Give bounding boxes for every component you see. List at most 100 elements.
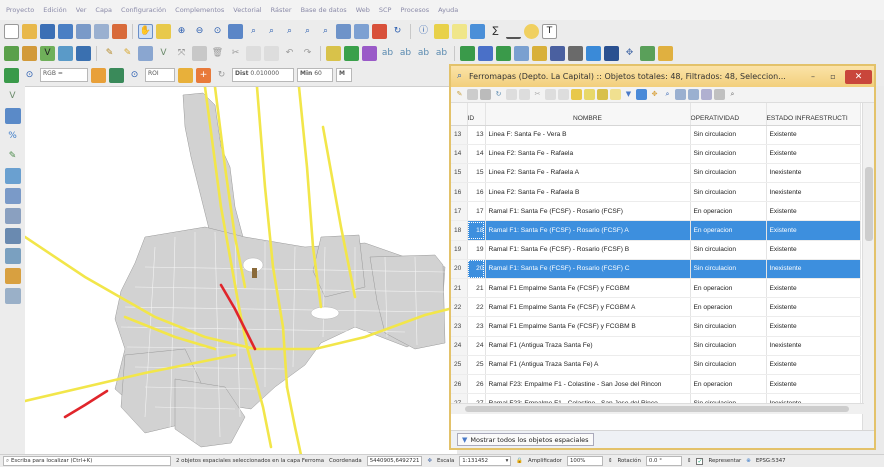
column-header-nombre[interactable]: NOMBRE — [485, 103, 691, 126]
vertical-scrollbar[interactable] — [862, 103, 874, 443]
nombre-cell[interactable]: Ramal F1 Empalme Santa Fe (FCSF) y FCGBM… — [485, 297, 691, 318]
column-header-estado[interactable]: ESTADO INFRAESTRUCTI — [766, 103, 861, 126]
scp-preprocess-icon[interactable] — [514, 45, 529, 61]
row-number-cell[interactable]: 19 — [451, 240, 468, 260]
table-row[interactable]: 13 13 Linea F: Santa Fe - Vera B Sin circul… — [451, 125, 861, 145]
row-number-cell[interactable]: 25 — [451, 355, 468, 375]
menu-proyecto[interactable]: Proyecto — [6, 6, 34, 14]
horizontal-scrollbar[interactable] — [451, 403, 864, 414]
id-cell[interactable]: 15 — [467, 163, 486, 184]
row-number-cell[interactable]: 21 — [451, 278, 468, 299]
table-row[interactable]: 21 21 Ramal F1 Empalme Santa Fe (FCSF) y F… — [451, 278, 861, 299]
id-cell[interactable]: 26 — [467, 374, 486, 395]
menu-vectorial[interactable]: Vectorial — [233, 6, 261, 14]
operatividad-cell[interactable]: En operacion — [690, 278, 767, 299]
menu-ayuda[interactable]: Ayuda — [438, 6, 458, 14]
add-mesh-icon[interactable] — [4, 288, 21, 304]
scp-postprocess-icon[interactable] — [550, 45, 565, 61]
extents-toggle-icon[interactable]: ✥ — [427, 458, 432, 464]
delete-feature-icon[interactable] — [519, 89, 530, 100]
conditional-formatting-icon[interactable] — [714, 89, 725, 100]
estado-cell[interactable]: Existente — [766, 144, 861, 164]
estado-cell[interactable]: Existente — [766, 125, 861, 145]
nombre-cell[interactable]: Ramal F1 Empalme Santa Fe (FCSF) y FCGBM — [485, 278, 691, 299]
menu-configuracion[interactable]: Configuración — [121, 6, 166, 14]
crs-icon[interactable]: ⊕ — [746, 458, 751, 464]
delete-field-icon[interactable] — [688, 89, 699, 100]
multi-edit-icon[interactable] — [467, 89, 478, 100]
table-row[interactable]: 24 24 Ramal F1 (Antigua Traza Santa Fe) Sin… — [451, 336, 861, 356]
id-cell[interactable]: 19 — [467, 240, 486, 260]
nombre-cell[interactable]: Ramal F1: Santa Fe (FCSF) - Rosario (FCS… — [485, 220, 691, 241]
id-cell[interactable]: 22 — [467, 297, 486, 318]
table-row[interactable]: 26 26 Ramal F23: Empalme F1 - Colastine - … — [451, 374, 861, 395]
table-row[interactable]: 20 20 Ramal F1: Santa Fe (FCSF) - Rosario … — [451, 259, 861, 280]
operatividad-cell[interactable]: Sin circulacion — [690, 163, 767, 184]
add-raster-layer-icon[interactable] — [22, 45, 37, 61]
scp-zoom-icon[interactable]: ⊙ — [22, 68, 37, 83]
add-vector-icon[interactable]: V — [5, 88, 21, 104]
scp-stretch-icon[interactable] — [91, 67, 106, 83]
add-virtual-layer-icon[interactable] — [4, 168, 21, 184]
roi-add-icon[interactable]: + — [196, 67, 211, 83]
nombre-cell[interactable]: Ramal F1 (Antigua Traza Santa Fe) — [485, 336, 691, 356]
map-tips-icon[interactable] — [524, 23, 539, 39]
row-number-cell[interactable]: 15 — [451, 163, 468, 184]
invert-selection-icon[interactable] — [597, 89, 608, 100]
refresh-icon[interactable]: ↻ — [390, 24, 405, 39]
table-row[interactable]: 14 14 Linea F2: Santa Fe - Rafaela Sin circ… — [451, 144, 861, 164]
row-number-cell[interactable]: 18 — [451, 220, 468, 241]
scp-dock-icon[interactable] — [586, 45, 601, 61]
show-hide-labels-icon[interactable]: ab — [380, 46, 395, 61]
row-number-cell[interactable]: 24 — [451, 336, 468, 356]
modify-attributes-icon[interactable] — [192, 45, 207, 61]
table-row[interactable]: 23 23 Ramal F1 Empalme Santa Fe (FCSF) y F… — [451, 316, 861, 337]
add-wcs-icon[interactable] — [4, 228, 21, 244]
id-cell[interactable]: 20 — [467, 259, 486, 280]
layer-labeling-icon[interactable] — [344, 45, 359, 61]
spin-arrows-icon[interactable]: ⇕ — [687, 458, 692, 464]
current-edits-icon[interactable]: ✎ — [102, 46, 117, 61]
map-canvas[interactable] — [25, 86, 457, 454]
max-field[interactable]: M — [336, 68, 352, 82]
add-raster-icon[interactable] — [4, 108, 21, 124]
select-expression-icon[interactable] — [571, 89, 582, 100]
estado-cell[interactable]: Existente — [766, 297, 861, 318]
operatividad-cell[interactable]: Sin circulacion — [690, 259, 767, 280]
vertical-scroll-thumb[interactable] — [865, 167, 873, 241]
operatividad-cell[interactable]: Sin circulacion — [690, 316, 767, 337]
operatividad-cell[interactable]: Sin circulacion — [690, 355, 767, 375]
add-csv-layer-icon[interactable]: V — [40, 45, 55, 61]
redo-icon[interactable]: ↷ — [300, 46, 315, 61]
scp-download-icon[interactable] — [496, 45, 511, 61]
rotate-label-icon[interactable]: ab — [416, 46, 431, 61]
deselect-all-icon[interactable] — [610, 89, 621, 100]
menu-complementos[interactable]: Complementos — [175, 6, 224, 14]
cut-features-icon[interactable]: ✂ — [228, 46, 243, 61]
row-number-cell[interactable]: 23 — [451, 316, 468, 337]
estado-cell[interactable]: Existente — [766, 374, 861, 395]
select-features-icon[interactable] — [434, 23, 449, 39]
rotation-field[interactable]: 0.0 ° — [645, 456, 682, 466]
save-edits-icon[interactable] — [138, 45, 153, 61]
zoom-last-icon[interactable]: ⌕ — [300, 24, 315, 39]
add-feature-icon[interactable] — [506, 89, 517, 100]
operatividad-cell[interactable]: Sin circulacion — [690, 125, 767, 145]
table-row[interactable]: 17 17 Ramal F1: Santa Fe (FCSF) - Rosario … — [451, 201, 861, 222]
add-xyz-icon[interactable] — [4, 248, 21, 264]
min-field[interactable]: Min 60 — [297, 68, 333, 82]
nombre-cell[interactable]: Ramal F23: Empalme F1 - Colastine - San … — [485, 374, 691, 395]
vertex-tool-icon[interactable]: ⤧ — [174, 46, 189, 61]
id-cell[interactable]: 23 — [467, 316, 486, 337]
estado-cell[interactable]: Inexistente — [766, 259, 861, 280]
attribute-table-titlebar[interactable]: ⌕ Ferromapas (Depto. La Capital) :: Obje… — [451, 66, 874, 87]
nombre-cell[interactable]: Ramal F1: Santa Fe (FCSF) - Rosario (FCS… — [485, 201, 691, 222]
roi-create-icon[interactable] — [178, 67, 193, 83]
paste-icon[interactable] — [558, 89, 569, 100]
zoom-out-icon[interactable]: ⊖ — [192, 24, 207, 39]
scp-settings-icon[interactable] — [568, 45, 583, 61]
estado-cell[interactable]: Existente — [766, 316, 861, 337]
label-toolbar-icon[interactable] — [326, 45, 341, 61]
pan-to-selection-icon[interactable] — [156, 23, 171, 39]
style-manager-icon[interactable] — [112, 23, 127, 39]
